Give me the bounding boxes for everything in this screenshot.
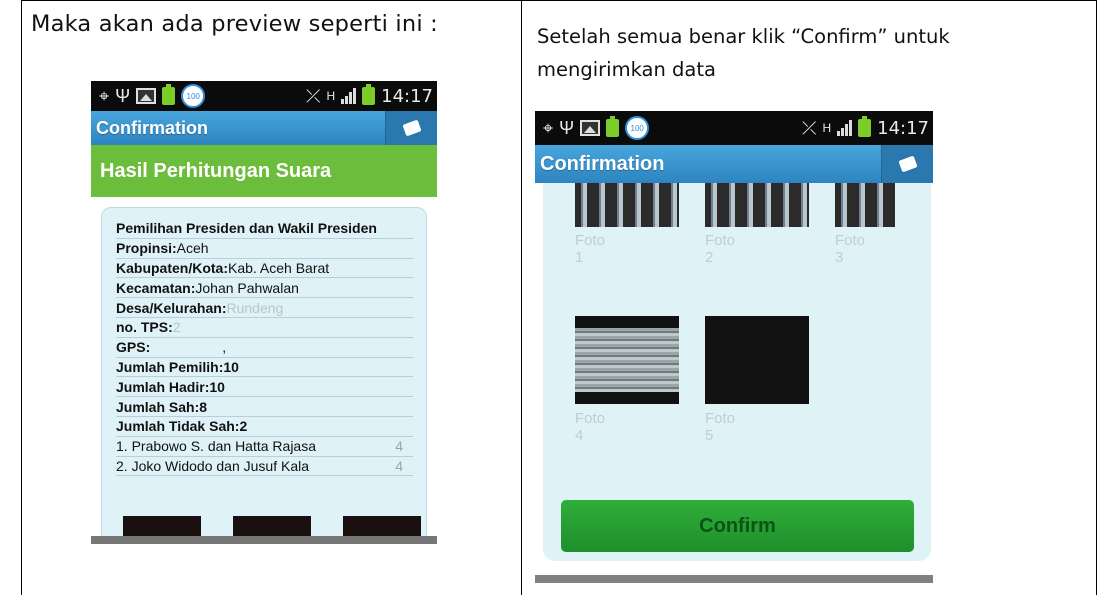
- phone-screenshot-preview: ⌖ Ψ 100 ⤫ H 14:17 Confirmation Hasil Per…: [91, 81, 437, 544]
- clock: 14:17: [381, 85, 433, 107]
- usb-icon: Ψ: [559, 118, 575, 138]
- bottom-edge: [91, 536, 437, 544]
- election-title: Pemilihan Presiden dan Wakil Presiden: [116, 219, 413, 239]
- photo-thumbnail[interactable]: [343, 516, 421, 536]
- signal-icon: [341, 88, 357, 104]
- battery-saver-icon: [606, 116, 620, 137]
- action-bar: Confirmation: [91, 111, 437, 145]
- field-row: Kecamatan: Johan Pahwalan: [116, 278, 413, 299]
- photo-thumbnail[interactable]: [233, 516, 311, 536]
- stat-row: Jumlah Sah:8: [116, 397, 413, 417]
- photo-caption: Foto 5: [705, 410, 736, 444]
- status-bar: ⌖ Ψ 100 ⤫ H 14:17: [91, 81, 437, 111]
- send-icon: [897, 155, 918, 173]
- photo-image: [705, 316, 809, 404]
- mute-icon: ⤫: [306, 86, 321, 106]
- confirm-button[interactable]: Confirm: [561, 500, 914, 552]
- network-h-icon: H: [326, 89, 336, 103]
- send-action-button[interactable]: [385, 111, 437, 145]
- send-icon: [401, 119, 422, 137]
- screen-title: Confirmation: [96, 117, 208, 138]
- gps-icon: ⌖: [543, 118, 554, 138]
- screen-title: Confirmation: [540, 152, 665, 175]
- photo-caption: Foto 3: [835, 232, 866, 266]
- summary-card: Pemilihan Presiden dan Wakil Presiden Pr…: [101, 207, 427, 544]
- field-row: Kabupaten/Kota: Kab. Aceh Barat: [116, 259, 413, 279]
- photo-thumbnail-strip: [123, 516, 421, 536]
- table-border-right: [1096, 0, 1097, 595]
- photo-caption: Foto 2: [705, 232, 736, 266]
- stat-row: Jumlah Tidak Sah:2: [116, 417, 413, 437]
- status-bar: ⌖ Ψ 100 ⤫ H 14:17: [535, 111, 933, 145]
- field-row: GPS:,: [116, 338, 413, 358]
- signal-icon: [837, 120, 853, 136]
- badge-100-icon: 100: [625, 116, 650, 140]
- table-border-left: [21, 0, 22, 595]
- image-icon: [136, 88, 157, 104]
- field-row: Propinsi: Aceh: [116, 239, 413, 259]
- battery-icon: [362, 84, 376, 105]
- action-bar: Confirmation: [535, 145, 933, 183]
- section-header: Hasil Perhitungan Suara: [91, 145, 437, 197]
- stat-row: Jumlah Pemilih:10: [116, 358, 413, 378]
- field-row: no. TPS: 2: [116, 318, 413, 338]
- phone-screenshot-confirm: ⌖ Ψ 100 ⤫ H 14:17 Confirmation Foto 1 Fo…: [535, 111, 933, 583]
- clock: 14:17: [877, 117, 929, 139]
- stat-row: Jumlah Hadir:10: [116, 377, 413, 398]
- photo-caption: Foto 4: [575, 410, 606, 444]
- photo-caption: Foto 1: [575, 232, 606, 266]
- table-border-top: [21, 0, 1097, 1]
- field-row: Desa/Kelurahan: Rundeng: [116, 298, 413, 318]
- photo-image: [575, 316, 679, 404]
- image-icon: [580, 120, 601, 136]
- network-h-icon: H: [822, 121, 832, 135]
- bottom-edge: [535, 575, 933, 583]
- battery-icon: [858, 116, 872, 137]
- gps-icon: ⌖: [99, 86, 110, 106]
- send-action-button[interactable]: [881, 145, 933, 183]
- right-caption: Setelah semua benar klik “Confirm” untuk…: [537, 25, 950, 81]
- photo-image: [705, 183, 809, 227]
- photo-image: [835, 183, 895, 227]
- table-border-middle: [521, 0, 522, 595]
- battery-saver-icon: [162, 84, 176, 105]
- candidate-row: 1. Prabowo S. dan Hatta Rajasa 4: [116, 437, 413, 457]
- photo-image: [575, 183, 679, 227]
- mute-icon: ⤫: [802, 118, 817, 138]
- usb-icon: Ψ: [115, 86, 131, 106]
- badge-100-icon: 100: [181, 84, 206, 108]
- left-caption: Maka akan ada preview seperti ini :: [31, 11, 438, 37]
- photo-thumbnail[interactable]: [123, 516, 201, 536]
- candidate-row: 2. Joko Widodo dan Jusuf Kala 4: [116, 457, 413, 477]
